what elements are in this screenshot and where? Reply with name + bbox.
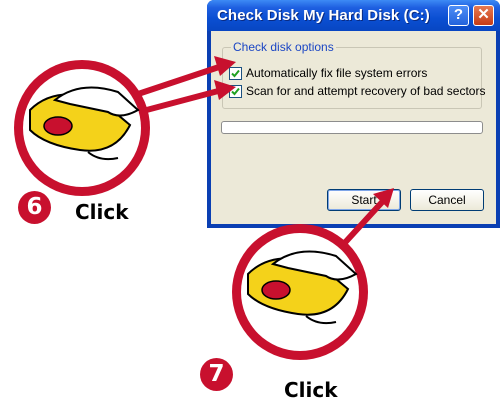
step-7-badge: 7 xyxy=(200,358,233,391)
step-6-label: Click xyxy=(75,200,129,224)
mouse-click-callout-7 xyxy=(232,224,368,360)
arrow-to-start-button xyxy=(337,188,394,251)
step-6-badge: 6 xyxy=(18,191,51,224)
mouse-click-callout-6 xyxy=(14,60,150,196)
step-7-label: Click xyxy=(284,378,338,402)
